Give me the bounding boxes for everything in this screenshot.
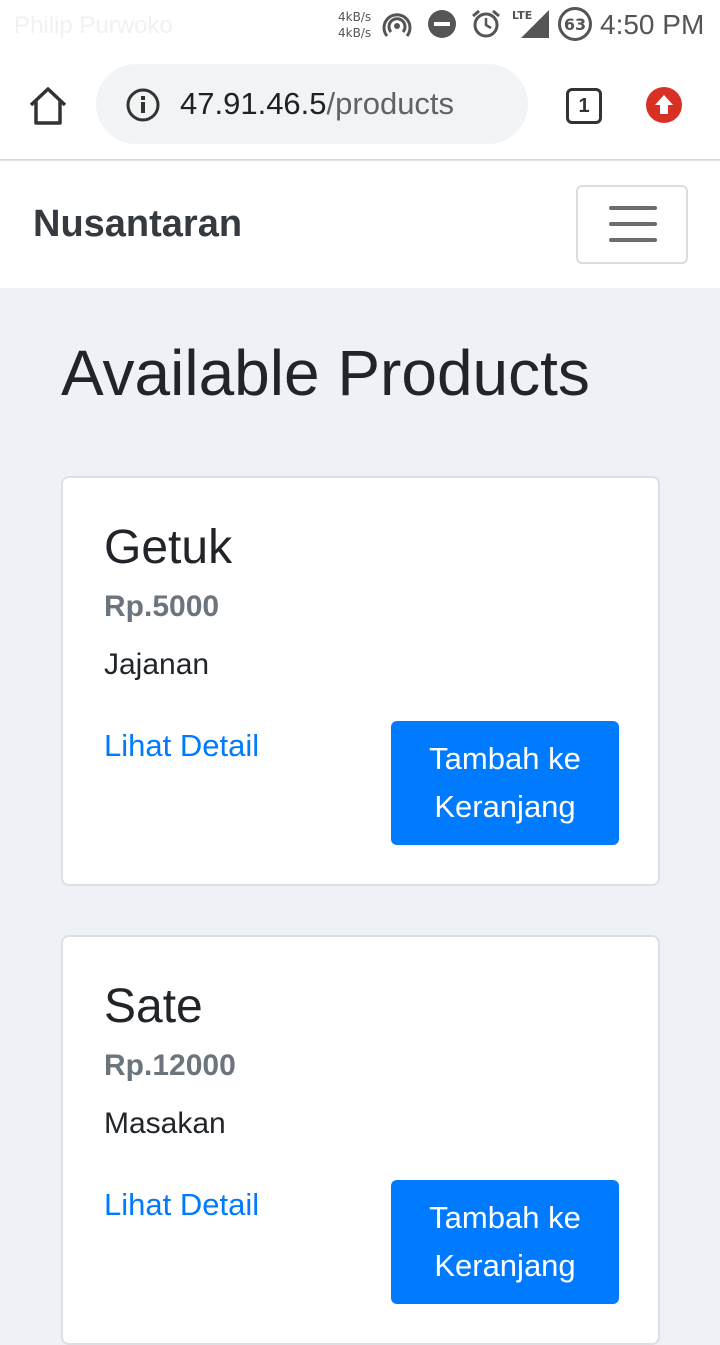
home-icon[interactable] bbox=[26, 84, 70, 128]
product-category: Jajanan bbox=[104, 648, 210, 681]
browser-toolbar: 47.91.46.5/products 1 bbox=[0, 50, 720, 160]
url-path: /products bbox=[326, 86, 455, 121]
status-bar: Philip Purwoko 4kB/s 4kB/s LTE 63 4:50 P… bbox=[0, 0, 720, 50]
network-speed: 4kB/s 4kB/s bbox=[338, 9, 371, 41]
battery-indicator: 63 bbox=[558, 7, 592, 41]
add-to-cart-button[interactable]: Tambah ke Keranjang bbox=[391, 1180, 619, 1304]
alarm-icon bbox=[472, 9, 500, 38]
add-to-cart-button[interactable]: Tambah ke Keranjang bbox=[391, 721, 619, 845]
update-button[interactable] bbox=[646, 87, 682, 123]
net-down-speed: 4kB/s bbox=[338, 26, 372, 40]
address-bar[interactable]: 47.91.46.5/products bbox=[96, 64, 528, 144]
net-up-speed: 4kB/s bbox=[338, 10, 372, 24]
url-text[interactable]: 47.91.46.5/products bbox=[180, 86, 454, 122]
menu-line bbox=[609, 222, 657, 226]
product-category: Masakan bbox=[104, 1107, 226, 1140]
update-arrow-icon bbox=[655, 95, 673, 114]
product-price: Rp.12000 bbox=[104, 1049, 236, 1082]
page-title: Available Products bbox=[61, 337, 590, 409]
product-name: Getuk bbox=[104, 521, 233, 574]
product-card: Getuk Rp.5000 Jajanan Lihat Detail Tamba… bbox=[61, 476, 660, 886]
product-price: Rp.5000 bbox=[104, 590, 220, 623]
product-card: Sate Rp.12000 Masakan Lihat Detail Tamba… bbox=[61, 935, 660, 1345]
hotspot-icon bbox=[382, 13, 412, 37]
menu-line bbox=[609, 238, 657, 242]
do-not-disturb-icon bbox=[428, 10, 456, 38]
product-name: Sate bbox=[104, 980, 203, 1033]
site-navbar: Nusantaran bbox=[0, 161, 720, 288]
view-detail-link[interactable]: Lihat Detail bbox=[104, 728, 259, 764]
view-detail-link[interactable]: Lihat Detail bbox=[104, 1187, 259, 1223]
tabs-button[interactable]: 1 bbox=[566, 88, 602, 124]
brand-name[interactable]: Nusantaran bbox=[33, 203, 242, 246]
signal-icon bbox=[521, 10, 549, 38]
hamburger-menu-icon[interactable] bbox=[576, 185, 688, 264]
carrier-label: Philip Purwoko bbox=[14, 12, 173, 39]
info-icon[interactable] bbox=[126, 88, 160, 122]
url-host: 47.91.46.5 bbox=[180, 86, 327, 121]
clock: 4:50 PM bbox=[600, 9, 705, 40]
menu-line bbox=[609, 206, 657, 210]
